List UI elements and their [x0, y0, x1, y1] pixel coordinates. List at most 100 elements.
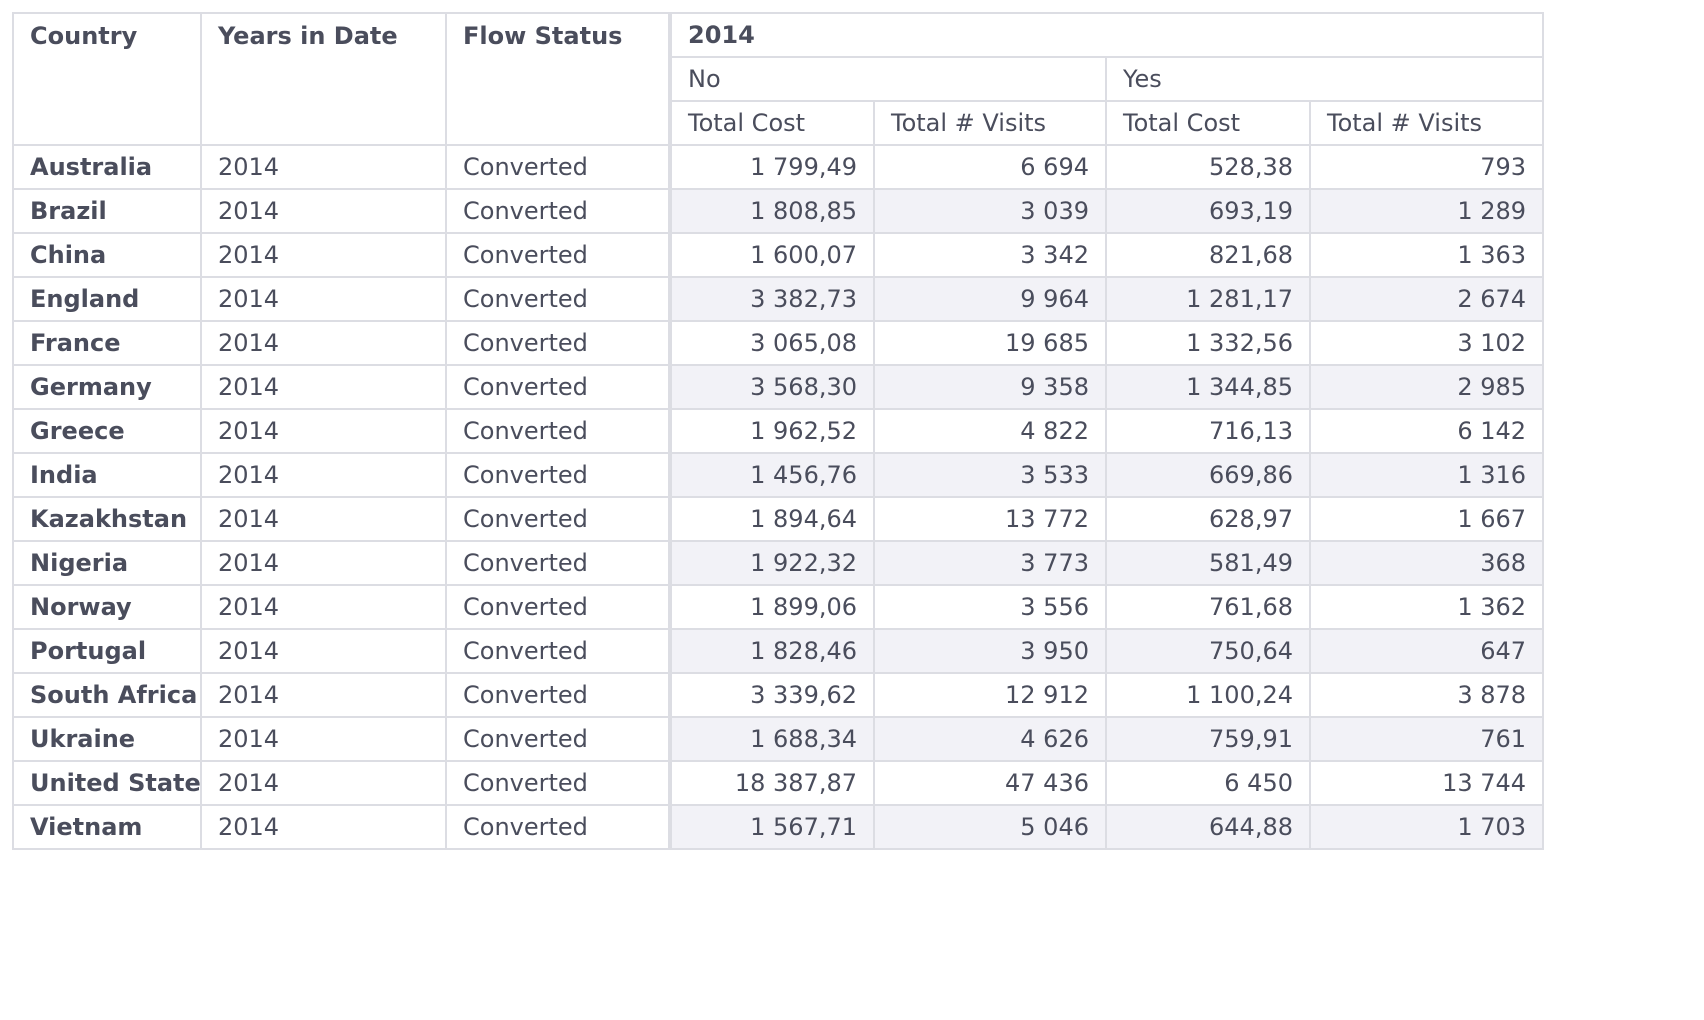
row-no-total-visits-cell[interactable]: 3 556	[873, 584, 1107, 630]
row-yes-total-cost-cell[interactable]: 644,88	[1105, 804, 1311, 850]
row-country-cell[interactable]: United States	[12, 760, 202, 806]
row-country-cell[interactable]: Germany	[12, 364, 202, 410]
row-no-total-cost-cell[interactable]: 1 688,34	[668, 716, 875, 762]
row-yes-total-visits-cell[interactable]: 1 316	[1308, 452, 1545, 498]
row-yes-total-cost-cell[interactable]: 759,91	[1105, 716, 1311, 762]
row-country-cell[interactable]: China	[12, 232, 202, 278]
row-flow-status-cell[interactable]: Converted	[445, 496, 671, 542]
row-country-cell[interactable]: England	[12, 276, 202, 322]
row-no-total-cost-cell[interactable]: 3 065,08	[668, 320, 875, 366]
row-no-total-cost-cell[interactable]: 3 339,62	[668, 672, 875, 718]
row-year-cell[interactable]: 2014	[200, 584, 447, 630]
row-yes-total-visits-cell[interactable]: 761	[1308, 716, 1545, 762]
row-year-cell[interactable]: 2014	[200, 716, 447, 762]
row-yes-total-cost-cell[interactable]: 669,86	[1105, 452, 1311, 498]
row-yes-total-visits-cell[interactable]: 6 142	[1308, 408, 1545, 454]
row-country-cell[interactable]: Vietnam	[12, 804, 202, 850]
row-yes-total-visits-cell[interactable]: 2 985	[1308, 364, 1545, 410]
row-no-total-cost-cell[interactable]: 1 894,64	[668, 496, 875, 542]
row-no-total-visits-cell[interactable]: 4 822	[873, 408, 1107, 454]
row-flow-status-cell[interactable]: Converted	[445, 584, 671, 630]
row-country-cell[interactable]: Nigeria	[12, 540, 202, 586]
row-flow-status-cell[interactable]: Converted	[445, 320, 671, 366]
header-no-total-visits[interactable]: Total # Visits	[873, 100, 1107, 146]
row-country-cell[interactable]: Greece	[12, 408, 202, 454]
row-no-total-visits-cell[interactable]: 9 358	[873, 364, 1107, 410]
row-year-cell[interactable]: 2014	[200, 144, 447, 190]
row-year-cell[interactable]: 2014	[200, 276, 447, 322]
row-no-total-visits-cell[interactable]: 3 342	[873, 232, 1107, 278]
row-year-cell[interactable]: 2014	[200, 672, 447, 718]
row-no-total-cost-cell[interactable]: 3 568,30	[668, 364, 875, 410]
row-year-cell[interactable]: 2014	[200, 628, 447, 674]
row-yes-total-visits-cell[interactable]: 1 363	[1308, 232, 1545, 278]
row-yes-total-cost-cell[interactable]: 1 281,17	[1105, 276, 1311, 322]
row-yes-total-visits-cell[interactable]: 793	[1308, 144, 1545, 190]
row-country-cell[interactable]: Norway	[12, 584, 202, 630]
row-yes-total-visits-cell[interactable]: 2 674	[1308, 276, 1545, 322]
row-flow-status-cell[interactable]: Converted	[445, 672, 671, 718]
row-no-total-visits-cell[interactable]: 4 626	[873, 716, 1107, 762]
row-yes-total-cost-cell[interactable]: 1 332,56	[1105, 320, 1311, 366]
row-no-total-cost-cell[interactable]: 1 922,32	[668, 540, 875, 586]
row-no-total-visits-cell[interactable]: 9 964	[873, 276, 1107, 322]
row-no-total-cost-cell[interactable]: 1 567,71	[668, 804, 875, 850]
row-flow-status-cell[interactable]: Converted	[445, 144, 671, 190]
row-no-total-cost-cell[interactable]: 1 799,49	[668, 144, 875, 190]
header-yes-total-visits[interactable]: Total # Visits	[1308, 100, 1545, 146]
row-no-total-visits-cell[interactable]: 6 694	[873, 144, 1107, 190]
row-yes-total-visits-cell[interactable]: 1 667	[1308, 496, 1545, 542]
row-no-total-visits-cell[interactable]: 12 912	[873, 672, 1107, 718]
row-flow-status-cell[interactable]: Converted	[445, 408, 671, 454]
row-country-cell[interactable]: South Africa	[12, 672, 202, 718]
row-flow-status-cell[interactable]: Converted	[445, 188, 671, 234]
row-country-cell[interactable]: Kazakhstan	[12, 496, 202, 542]
row-flow-status-cell[interactable]: Converted	[445, 804, 671, 850]
row-flow-status-cell[interactable]: Converted	[445, 452, 671, 498]
row-year-cell[interactable]: 2014	[200, 188, 447, 234]
row-flow-status-cell[interactable]: Converted	[445, 716, 671, 762]
row-year-cell[interactable]: 2014	[200, 804, 447, 850]
row-no-total-cost-cell[interactable]: 1 808,85	[668, 188, 875, 234]
row-year-cell[interactable]: 2014	[200, 452, 447, 498]
row-no-total-cost-cell[interactable]: 18 387,87	[668, 760, 875, 806]
header-no-total-cost[interactable]: Total Cost	[668, 100, 875, 146]
row-country-cell[interactable]: Portugal	[12, 628, 202, 674]
row-year-cell[interactable]: 2014	[200, 232, 447, 278]
row-yes-total-visits-cell[interactable]: 3 102	[1308, 320, 1545, 366]
row-yes-total-cost-cell[interactable]: 761,68	[1105, 584, 1311, 630]
row-yes-total-cost-cell[interactable]: 628,97	[1105, 496, 1311, 542]
header-flow-status[interactable]: Flow Status	[445, 12, 671, 146]
row-yes-total-cost-cell[interactable]: 6 450	[1105, 760, 1311, 806]
row-flow-status-cell[interactable]: Converted	[445, 628, 671, 674]
row-country-cell[interactable]: Ukraine	[12, 716, 202, 762]
row-country-cell[interactable]: Brazil	[12, 188, 202, 234]
row-yes-total-visits-cell[interactable]: 13 744	[1308, 760, 1545, 806]
header-yes-total-cost[interactable]: Total Cost	[1105, 100, 1311, 146]
row-country-cell[interactable]: France	[12, 320, 202, 366]
row-no-total-visits-cell[interactable]: 47 436	[873, 760, 1107, 806]
row-year-cell[interactable]: 2014	[200, 496, 447, 542]
row-yes-total-visits-cell[interactable]: 1 362	[1308, 584, 1545, 630]
row-flow-status-cell[interactable]: Converted	[445, 540, 671, 586]
row-country-cell[interactable]: India	[12, 452, 202, 498]
row-no-total-cost-cell[interactable]: 1 600,07	[668, 232, 875, 278]
row-yes-total-cost-cell[interactable]: 528,38	[1105, 144, 1311, 190]
header-years-in-date[interactable]: Years in Date	[200, 12, 447, 146]
row-no-total-cost-cell[interactable]: 1 899,06	[668, 584, 875, 630]
header-country[interactable]: Country	[12, 12, 202, 146]
row-yes-total-cost-cell[interactable]: 716,13	[1105, 408, 1311, 454]
row-no-total-visits-cell[interactable]: 3 039	[873, 188, 1107, 234]
row-year-cell[interactable]: 2014	[200, 540, 447, 586]
row-flow-status-cell[interactable]: Converted	[445, 232, 671, 278]
row-no-total-visits-cell[interactable]: 3 533	[873, 452, 1107, 498]
row-yes-total-visits-cell[interactable]: 647	[1308, 628, 1545, 674]
row-yes-total-visits-cell[interactable]: 3 878	[1308, 672, 1545, 718]
row-country-cell[interactable]: Australia	[12, 144, 202, 190]
row-no-total-visits-cell[interactable]: 19 685	[873, 320, 1107, 366]
row-no-total-cost-cell[interactable]: 1 828,46	[668, 628, 875, 674]
row-no-total-visits-cell[interactable]: 3 950	[873, 628, 1107, 674]
header-no[interactable]: No	[668, 56, 1107, 102]
row-no-total-visits-cell[interactable]: 5 046	[873, 804, 1107, 850]
row-yes-total-visits-cell[interactable]: 368	[1308, 540, 1545, 586]
